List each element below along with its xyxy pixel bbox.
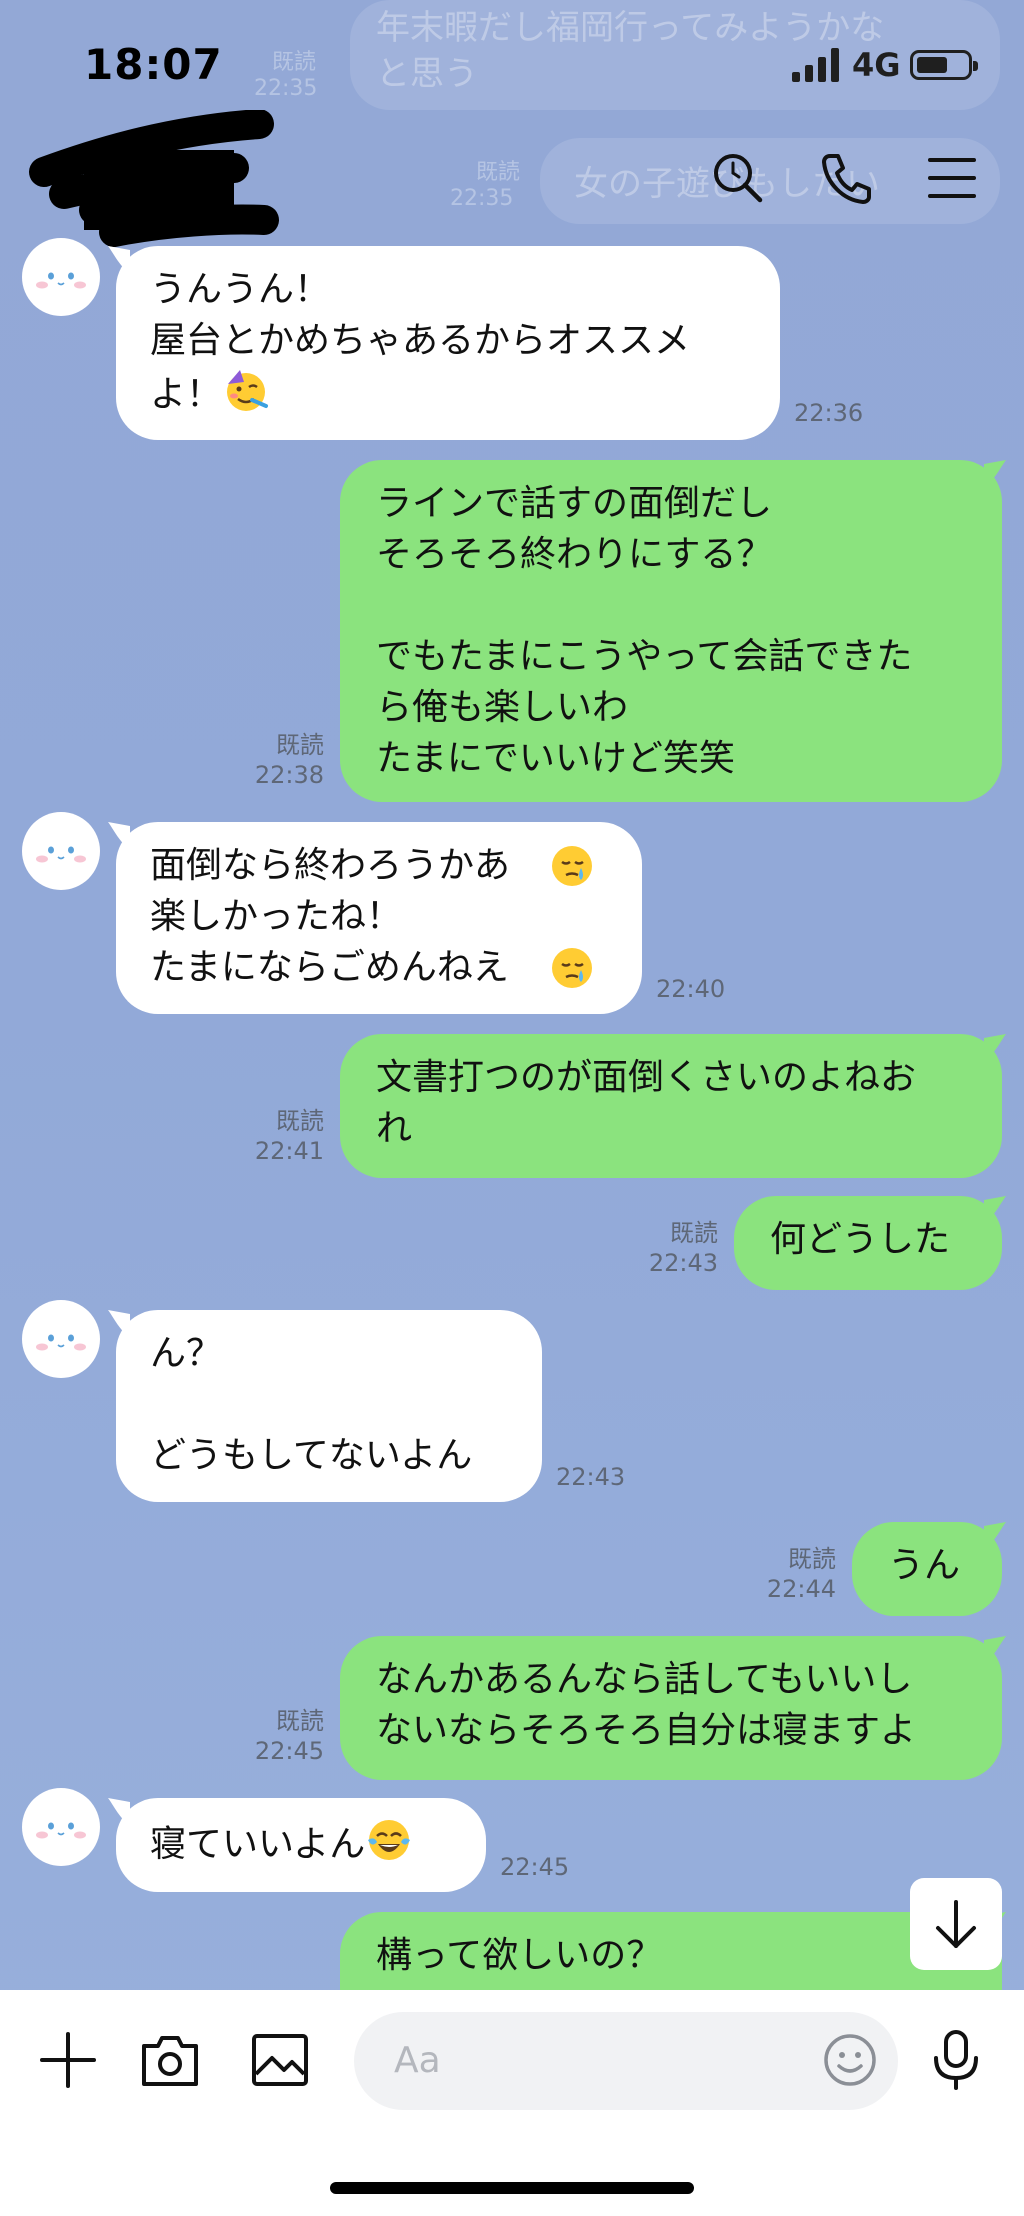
message-time: 22:40	[656, 975, 726, 1003]
ghost-read-2: 既読	[476, 160, 521, 185]
message-time: 22:45	[500, 1853, 570, 1881]
message-text: 面倒なら終わろうかあ 楽しかったね！ たまにならごめんねえ	[150, 845, 511, 988]
bubble-tail	[984, 460, 1006, 488]
message-time: 22:43	[556, 1463, 626, 1491]
partying-face-emoji	[227, 370, 269, 411]
avatar-face-icon	[25, 242, 97, 314]
plus-icon[interactable]	[36, 2028, 100, 2092]
emoji-icon[interactable]	[818, 2028, 882, 2092]
ghost-time-2: 22:35	[450, 186, 514, 211]
message-time: 22:45	[254, 1737, 324, 1765]
search-icon[interactable]	[710, 150, 766, 206]
message-bubble-incoming[interactable]: 寝ていいよん	[116, 1798, 486, 1892]
read-receipt: 既読	[788, 1545, 836, 1573]
scroll-to-bottom-button[interactable]	[910, 1878, 1002, 1970]
message-bubble-outgoing[interactable]: 文書打つのが面倒くさいのよねお れ	[340, 1034, 1002, 1178]
contact-avatar[interactable]	[22, 1788, 100, 1866]
message-bubble-outgoing[interactable]: 何どうした	[734, 1196, 1002, 1290]
ghost-time-1: 22:35	[254, 76, 318, 101]
camera-icon[interactable]	[138, 2028, 202, 2092]
tears-of-joy-emoji	[368, 1820, 411, 1860]
read-receipt: 既読	[670, 1219, 718, 1247]
status-time: 18:07	[84, 40, 223, 89]
read-receipt: 既読	[276, 1707, 324, 1735]
message-bubble-incoming[interactable]: うんうん！ 屋台とかめちゃあるからオススメ よ！	[116, 246, 780, 440]
message-text: 寝ていいよん	[150, 1824, 366, 1865]
image-icon[interactable]	[248, 2028, 312, 2092]
menu-icon[interactable]	[924, 150, 980, 206]
message-time: 22:41	[254, 1137, 324, 1165]
bubble-tail	[984, 1522, 1006, 1550]
arrow-down-icon	[936, 1900, 976, 1948]
read-receipt: 既読	[276, 1107, 324, 1135]
message-time: 22:43	[648, 1249, 718, 1277]
read-receipt: 既読	[276, 731, 324, 759]
message-time: 22:36	[794, 399, 864, 427]
ghost-read-1: 既読	[272, 50, 317, 75]
bubble-tail	[984, 1636, 1006, 1664]
message-bubble-outgoing[interactable]: ラインで話すの面倒だし そろそろ終わりにする？ でもたまにこうやって会話できた …	[340, 460, 1002, 802]
phone-icon[interactable]	[818, 150, 874, 206]
avatar-face-icon	[25, 1792, 97, 1864]
bubble-tail	[984, 1196, 1006, 1224]
contact-avatar[interactable]	[22, 812, 100, 890]
ghost-message-1: 年末暇だし福岡行ってみようかな	[376, 8, 885, 48]
message-bubble-incoming[interactable]: ん？ どうもしてないよん	[116, 1310, 542, 1502]
microphone-icon[interactable]	[924, 2028, 988, 2092]
sad-tear-face-emoji	[552, 948, 592, 988]
avatar-face-icon	[25, 816, 97, 888]
message-time: 22:38	[254, 761, 324, 789]
contact-avatar[interactable]	[22, 238, 100, 316]
contact-avatar[interactable]	[22, 1300, 100, 1378]
home-indicator	[330, 2182, 694, 2194]
ghost-message-1b: と思う	[376, 54, 478, 94]
message-bubble-outgoing[interactable]: なんかあるんなら話してもいいし ないならそろそろ自分は寝ますよ	[340, 1636, 1002, 1780]
bubble-tail	[984, 1034, 1006, 1062]
message-input-placeholder: Aa	[394, 2040, 441, 2081]
avatar-face-icon	[25, 1304, 97, 1376]
message-bubble-outgoing[interactable]: うん	[852, 1522, 1002, 1616]
sad-tear-face-emoji	[552, 846, 592, 886]
message-time: 22:44	[766, 1575, 836, 1603]
